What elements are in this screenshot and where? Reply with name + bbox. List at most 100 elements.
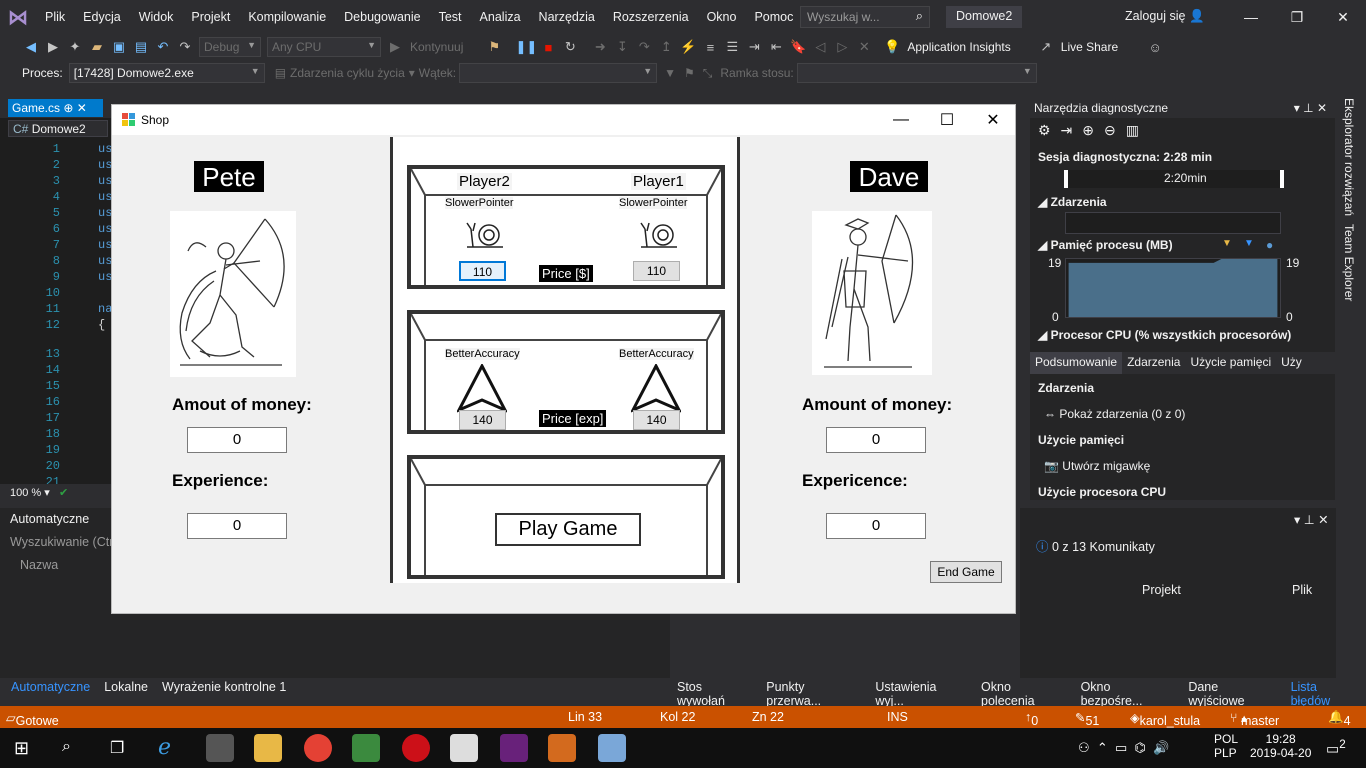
- stop-icon[interactable]: ■: [537, 36, 559, 58]
- team-explorer-tab[interactable]: Team Explorer: [1342, 224, 1356, 301]
- config-select[interactable]: Debug ▼: [199, 37, 261, 57]
- undo-icon[interactable]: ↶: [152, 36, 174, 58]
- tab-call-stack[interactable]: Stos wywołań: [670, 678, 759, 708]
- flag-threads-icon[interactable]: ⚑: [684, 66, 695, 80]
- clear-bookmarks-icon[interactable]: ✕: [853, 36, 875, 58]
- platform-select[interactable]: Any CPU ▼: [267, 37, 381, 57]
- autos-column-name[interactable]: Nazwa: [10, 555, 68, 575]
- tab-autos[interactable]: Automatyczne: [4, 678, 97, 698]
- tab-locals[interactable]: Lokalne: [97, 678, 155, 698]
- feedback-icon[interactable]: ☺: [1144, 36, 1166, 58]
- restart-icon[interactable]: ↻: [559, 36, 581, 58]
- pin-icon[interactable]: ⊕ ✕: [63, 101, 86, 115]
- tab-breakpoints[interactable]: Punkty przerwa...: [759, 678, 868, 708]
- vs-minimize-button[interactable]: —: [1228, 0, 1274, 34]
- filter-icon[interactable]: ▼: [664, 66, 676, 80]
- branch-name[interactable]: ⑂ master ▴: [1230, 710, 1279, 728]
- take-snapshot-link[interactable]: 📷 Utwórz migawkę: [1044, 459, 1150, 473]
- menu-kompilowanie[interactable]: Kompilowanie: [239, 0, 335, 34]
- back-icon[interactable]: ◀: [20, 36, 42, 58]
- shelf1-price-left-button[interactable]: 110: [459, 261, 506, 281]
- pane-pin-close[interactable]: ▾ ⊥ ✕: [1284, 509, 1339, 529]
- diag-toolbar[interactable]: ⚙⇥⊕⊖▥: [1038, 122, 1149, 139]
- network-app-icon[interactable]: [206, 734, 234, 762]
- show-events-link[interactable]: ⇔ Pokaż zdarzenia (0 z 0): [1044, 407, 1185, 421]
- zoom-level[interactable]: 100 % ▾ ✔: [0, 484, 112, 501]
- cursor-arrow-left-icon[interactable]: [457, 364, 507, 414]
- task-view-icon[interactable]: ❐: [110, 738, 124, 758]
- login-link[interactable]: Zaloguj się 👤: [1125, 9, 1205, 24]
- code-nav-project[interactable]: C# Domowe2: [8, 120, 108, 137]
- opera-icon[interactable]: [402, 734, 430, 762]
- live-share-button[interactable]: Live Share: [1057, 40, 1122, 54]
- step-out-icon[interactable]: ↥: [655, 36, 677, 58]
- tab-command-window[interactable]: Okno polecenia: [974, 678, 1074, 708]
- indent-icon[interactable]: ⇥: [743, 36, 765, 58]
- cursor-arrow-right-icon[interactable]: [631, 364, 681, 414]
- solution-explorer-tab[interactable]: Eksplorator rozwiązań: [1342, 98, 1356, 216]
- visual-studio-logo-icon[interactable]: ⋈: [0, 0, 36, 34]
- outdent-icon[interactable]: ⇤: [765, 36, 787, 58]
- menu-edycja[interactable]: Edycja: [74, 0, 130, 34]
- col-file[interactable]: Plik: [1282, 580, 1322, 600]
- shop-close-button[interactable]: ✕: [970, 105, 1016, 135]
- tab-output[interactable]: Dane wyjściowe: [1181, 678, 1283, 708]
- tray-icons[interactable]: ⚇ ⌃ ▭ ⌬ 🔊: [1078, 740, 1169, 756]
- tab-summary[interactable]: Podsumowanie: [1030, 352, 1123, 374]
- menu-analiza[interactable]: Analiza: [471, 0, 530, 34]
- pause-icon[interactable]: ❚❚: [515, 36, 537, 58]
- lifecycle-events-button[interactable]: Zdarzenia cyklu życia: [290, 66, 405, 80]
- mail-icon[interactable]: [450, 734, 478, 762]
- open-folder-icon[interactable]: ▰: [86, 36, 108, 58]
- repo-name[interactable]: ◈ karol_stula: [1130, 710, 1200, 728]
- new-project-icon[interactable]: ✦: [64, 36, 86, 58]
- end-game-button[interactable]: End Game: [930, 561, 1002, 583]
- shop-minimize-button[interactable]: —: [878, 105, 924, 135]
- tab-watch[interactable]: Wyrażenie kontrolne 1: [155, 678, 293, 698]
- show-next-statement-icon[interactable]: ➜: [589, 36, 611, 58]
- stack-frame-select[interactable]: ▼: [796, 63, 1037, 83]
- tab-immediate[interactable]: Okno bezpośre...: [1074, 678, 1182, 708]
- tab-error-list[interactable]: Lista błędów: [1284, 678, 1366, 708]
- events-track[interactable]: [1065, 212, 1281, 234]
- app-insights-button[interactable]: Application Insights: [903, 40, 1014, 54]
- menu-plik[interactable]: Plik: [36, 0, 74, 34]
- start-icon[interactable]: ⊞: [14, 738, 29, 759]
- process-select[interactable]: [17428] Domowe2.exe ▼: [68, 63, 265, 83]
- continue-button[interactable]: Kontynuuj: [406, 40, 467, 54]
- clock[interactable]: 19:28 2019-04-20: [1250, 732, 1311, 760]
- chrome-icon[interactable]: [304, 734, 332, 762]
- next-bookmark-icon[interactable]: ▷: [831, 36, 853, 58]
- shelf2-price-right-button[interactable]: 140: [633, 410, 680, 430]
- comment-icon[interactable]: ☰: [721, 36, 743, 58]
- visual-studio-icon[interactable]: [500, 734, 528, 762]
- snail-right-icon[interactable]: [637, 219, 681, 249]
- col-project[interactable]: Projekt: [1132, 580, 1191, 600]
- vs-restore-button[interactable]: ❐: [1274, 0, 1320, 34]
- save-icon[interactable]: ▣: [108, 36, 130, 58]
- file-explorer-icon[interactable]: [254, 734, 282, 762]
- pending-changes[interactable]: ✎ 51: [1075, 710, 1099, 728]
- push-count[interactable]: ↑ 0: [1025, 710, 1038, 728]
- tab-events[interactable]: Zdarzenia: [1122, 352, 1185, 374]
- menu-test[interactable]: Test: [430, 0, 471, 34]
- shop-titlebar[interactable]: Shop — ☐ ✕: [112, 105, 1015, 135]
- tab-exception-settings[interactable]: Ustawienia wyj...: [868, 678, 974, 708]
- messages-filter[interactable]: ⓘ 0 z 13 Komunikaty: [1026, 533, 1165, 554]
- shop-maximize-button[interactable]: ☐: [924, 105, 970, 135]
- menu-widok[interactable]: Widok: [130, 0, 183, 34]
- tab-memory[interactable]: Użycie pamięci: [1185, 352, 1276, 374]
- forward-icon[interactable]: ▶: [42, 36, 64, 58]
- step-into-icon[interactable]: ↧: [611, 36, 633, 58]
- shelf2-price-left-button[interactable]: 140: [459, 410, 506, 430]
- vs-search-input[interactable]: Wyszukaj w... ⌕: [800, 6, 930, 28]
- hot-reload-icon[interactable]: ⚡: [677, 36, 699, 58]
- save-all-icon[interactable]: ▤: [130, 36, 152, 58]
- memory-chart[interactable]: [1065, 258, 1281, 318]
- edge-icon[interactable]: ℯ: [158, 734, 186, 762]
- bookmark-icon[interactable]: 🔖: [787, 36, 809, 58]
- app-orange-icon[interactable]: [548, 734, 576, 762]
- shelf1-price-right-button[interactable]: 110: [633, 261, 680, 281]
- input-language[interactable]: POL PLP: [1214, 732, 1238, 760]
- pane-pin-close[interactable]: ▾ ⊥ ✕: [1294, 101, 1327, 115]
